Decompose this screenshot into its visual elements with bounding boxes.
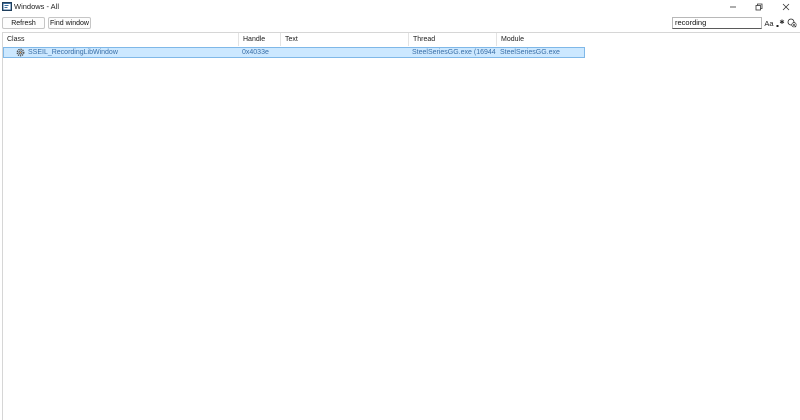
cell-handle: 0x4033e [242,49,269,56]
close-button[interactable] [773,0,799,14]
regex-icon [776,19,785,27]
cell-module: SteelSeriesGG.exe [500,49,560,56]
column-header-thread[interactable]: Thread [409,33,497,46]
cell-thread: SteelSeriesGG.exe (16944... [412,49,496,56]
cell-class: SSEIL_RecordingLibWindow [28,49,118,56]
find-window-button[interactable]: Find window [48,17,91,29]
window-list-icon [2,2,12,11]
restore-icon [755,3,763,11]
clear-search-icon [787,18,797,28]
refresh-button[interactable]: Refresh [2,17,45,29]
cell-text [284,48,408,57]
window-title: Windows - All [14,2,60,11]
match-case-toggle[interactable]: Aa [763,17,775,29]
column-header-row: Class Handle Text Thread Module [3,33,799,46]
regex-toggle[interactable] [775,17,786,29]
restore-button[interactable] [746,0,772,14]
search-input[interactable]: recording [672,17,762,29]
column-header-handle[interactable]: Handle [239,33,281,46]
windows-list[interactable]: Class Handle Text Thread Module SSEIL_Re… [2,32,800,420]
close-icon [782,3,790,11]
minimize-icon [730,6,736,8]
column-header-module[interactable]: Module [497,33,585,46]
column-header-class[interactable]: Class [3,33,239,46]
gear-window-icon [16,48,26,57]
clear-search-button[interactable] [786,17,798,29]
title-bar: Windows - All [0,0,800,14]
minimize-button[interactable] [720,0,746,14]
table-row[interactable]: SSEIL_RecordingLibWindow 0x4033e SteelSe… [3,47,585,58]
column-header-text[interactable]: Text [281,33,409,46]
